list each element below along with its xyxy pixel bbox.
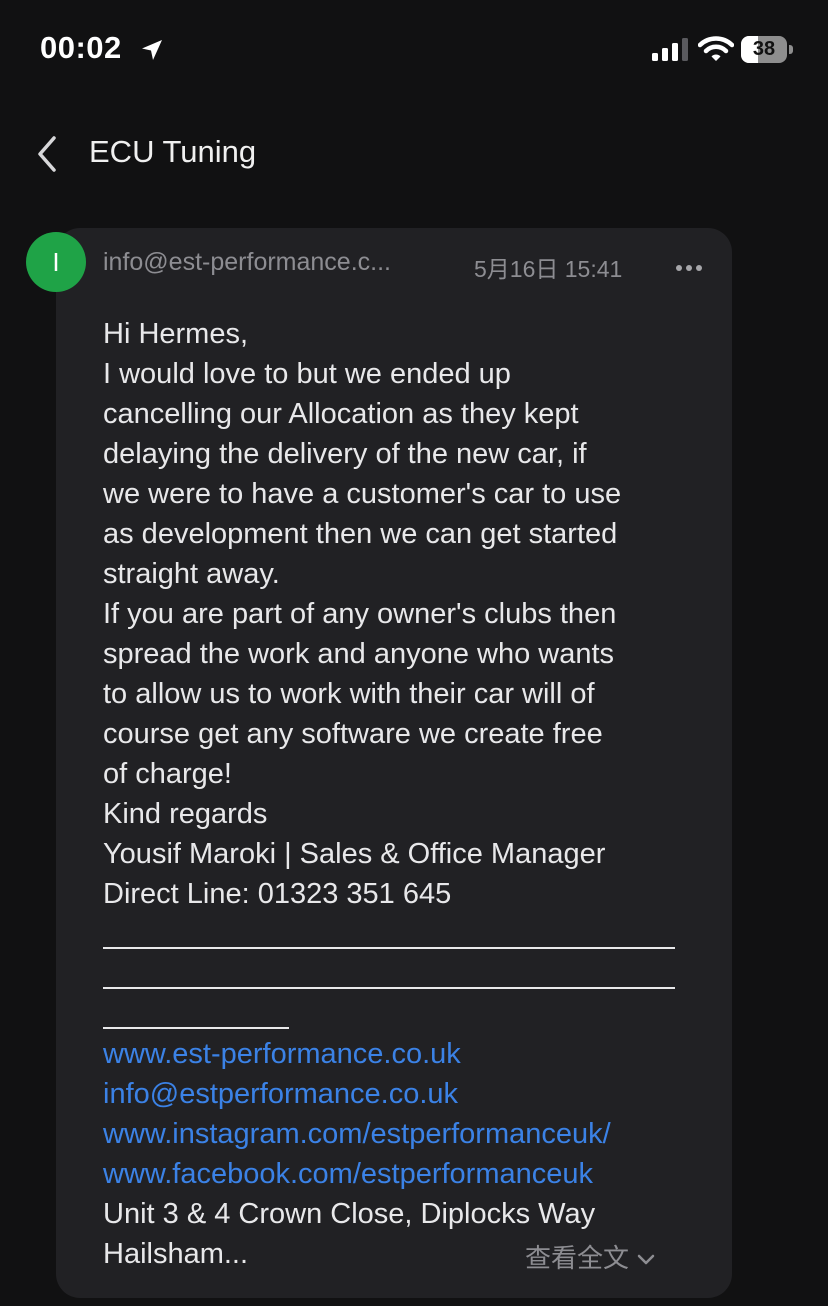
body-line: I would love to but we ended up [103, 358, 511, 390]
body-line: Hi Hermes, [103, 318, 249, 350]
body-line: we were to have a customer's car to use [103, 478, 622, 510]
body-line: Yousif Maroki | Sales & Office Manager [103, 838, 606, 870]
body-line: cancelling our Allocation as they kept [103, 398, 579, 430]
location-arrow-icon [142, 40, 162, 60]
chevron-down-icon [637, 1254, 655, 1265]
body-line: straight away. [103, 558, 280, 590]
battery-icon: 38 [741, 36, 793, 63]
body-line: of charge! [103, 758, 232, 790]
website-link[interactable]: www.est-performance.co.uk [103, 1034, 703, 1074]
battery-level: 38 [752, 38, 776, 60]
body-line: Direct Line: 01323 351 645 [103, 878, 452, 910]
wifi-icon [698, 36, 734, 61]
body-line: to allow us to work with their car will … [103, 678, 595, 710]
avatar[interactable]: I [26, 232, 86, 292]
body-line: course get any software we create free [103, 718, 603, 750]
view-all-label: 查看全文 [525, 1243, 630, 1273]
sender-address[interactable]: info@est-performance.c... [103, 248, 391, 277]
instagram-link[interactable]: www.instagram.com/estperformanceuk/ [103, 1114, 703, 1154]
facebook-link[interactable]: www.facebook.com/estperformanceuk [103, 1154, 703, 1194]
nav-bar: ECU Tuning [0, 120, 828, 190]
body-line: as development then we can get started [103, 518, 618, 550]
body-line: If you are part of any owner's clubs the… [103, 598, 617, 630]
body-line: delaying the delivery of the new car, if [103, 438, 587, 470]
body-line: Kind regards [103, 798, 268, 830]
signature-divider [103, 994, 703, 1034]
view-all-button[interactable]: 查看全文 [525, 1238, 655, 1275]
signature-divider [103, 914, 703, 954]
body-line: spread the work and anyone who wants [103, 638, 615, 670]
ellipsis-icon[interactable] [676, 258, 706, 271]
status-bar: 00:02 38 [0, 0, 828, 100]
chevron-left-icon[interactable] [30, 134, 64, 174]
address-line: Unit 3 & 4 Crown Close, Diplocks Way [103, 1198, 596, 1230]
message-body: Hi Hermes, I would love to but we ended … [103, 314, 703, 1274]
cellular-signal-icon [652, 38, 688, 61]
signature-divider [103, 954, 703, 994]
email-link[interactable]: info@estperformance.co.uk [103, 1074, 703, 1114]
status-time: 00:02 [40, 30, 122, 65]
message-date: 5月16日 15:41 [474, 256, 623, 282]
page-title: ECU Tuning [89, 134, 257, 169]
